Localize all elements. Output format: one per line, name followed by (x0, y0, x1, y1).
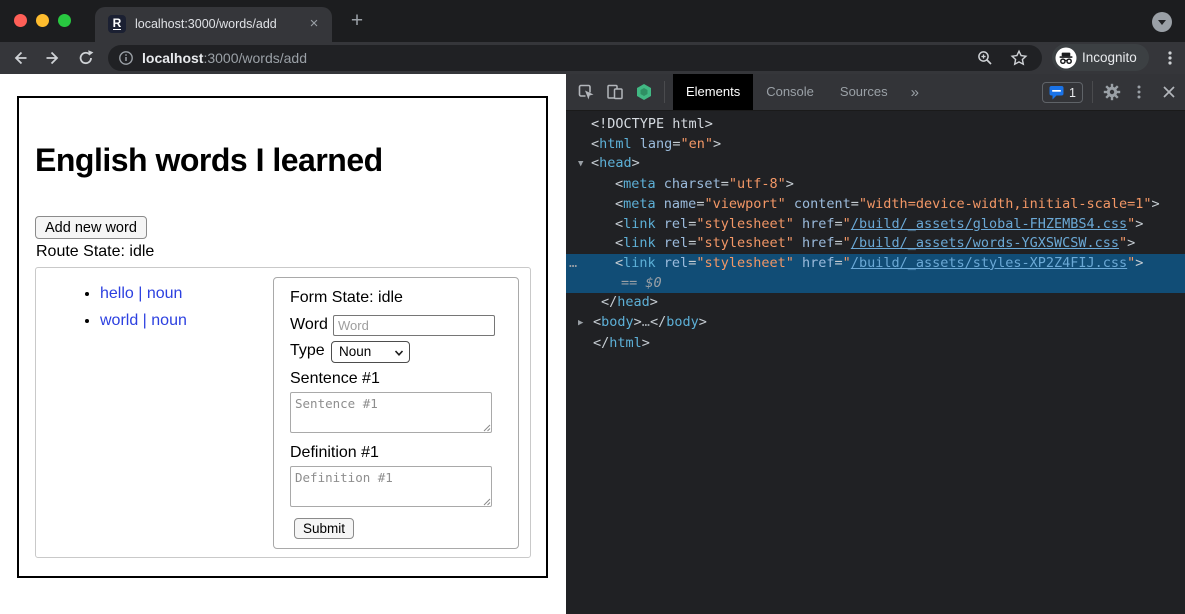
word-link-world[interactable]: world | noun (100, 312, 187, 329)
dom-tree-line[interactable]: <meta name="viewport" content="width=dev… (566, 195, 1185, 215)
browser-toolbar: localhost:3000/words/add Incognito (0, 42, 1185, 74)
dom-tree-line[interactable]: </html> (566, 334, 1185, 354)
dom-tree-line[interactable]: <html lang="en"> (566, 135, 1185, 155)
type-select[interactable]: Noun (331, 341, 410, 363)
devtools-menu-icon[interactable] (1130, 83, 1148, 101)
words-panel: hello | noun world | noun Form State: id… (35, 267, 531, 558)
issues-count: 1 (1069, 86, 1076, 100)
list-item: world | noun (100, 312, 187, 330)
dom-tree-line[interactable]: ▼<head> (566, 154, 1185, 175)
add-new-word-button[interactable]: Add new word (35, 216, 147, 239)
type-select-value: Noun (339, 344, 371, 359)
back-icon[interactable] (11, 49, 29, 67)
toolbar-divider (664, 81, 665, 103)
window-controls (14, 14, 71, 27)
browser-window: R localhost:3000/words/add × + localhost… (0, 0, 1185, 614)
disclosure-triangle-icon[interactable]: ▼ (578, 155, 591, 175)
page-title: English words I learned (35, 142, 383, 179)
word-input[interactable] (333, 315, 495, 336)
tab-close-icon[interactable]: × (305, 15, 323, 33)
line-gutter-ellipsis-icon[interactable]: … (569, 254, 577, 274)
incognito-label: Incognito (1082, 50, 1137, 65)
dom-tree-line[interactable]: <link rel="stylesheet" href="/build/_ass… (566, 234, 1185, 254)
inspect-element-icon[interactable] (577, 83, 595, 101)
zoom-window-button[interactable] (58, 14, 71, 27)
issues-bubble-icon (1049, 85, 1064, 100)
tab-search-button[interactable] (1152, 12, 1172, 32)
route-state-text: Route State: idle (36, 243, 154, 261)
minimize-window-button[interactable] (36, 14, 49, 27)
reload-icon[interactable] (77, 49, 95, 67)
devtools-close-icon[interactable] (1160, 83, 1178, 101)
tab-sources[interactable]: Sources (827, 74, 901, 110)
dom-tree-line[interactable]: …<link rel="stylesheet" href="/build/_as… (566, 254, 1185, 274)
disclosure-triangle-icon[interactable]: ▶ (578, 314, 591, 334)
dom-tree-line[interactable]: </head> (566, 293, 1185, 313)
remix-favicon-icon: R (108, 15, 126, 33)
add-word-form: Form State: idle Word Type Noun Sentence… (273, 277, 519, 549)
browser-tab[interactable]: R localhost:3000/words/add × (95, 7, 332, 42)
close-window-button[interactable] (14, 14, 27, 27)
word-list: hello | noun world | noun (80, 285, 187, 339)
word-link-hello[interactable]: hello | noun (100, 285, 182, 302)
dom-tree-line[interactable]: ▶<body>…</body> (566, 313, 1185, 334)
tab-console[interactable]: Console (753, 74, 827, 110)
word-field-label: Word (290, 316, 328, 334)
dom-tree-line[interactable]: <meta charset="utf-8"> (566, 175, 1185, 195)
page-info-icon[interactable] (118, 50, 134, 66)
toolbar-divider (1092, 81, 1093, 103)
type-field-label: Type (290, 342, 325, 360)
list-item: hello | noun (100, 285, 187, 303)
devtools-toolbar: Elements Console Sources » 1 (566, 74, 1185, 111)
settings-gear-icon[interactable] (1103, 83, 1121, 101)
chevron-down-icon (394, 348, 404, 358)
form-state-text: Form State: idle (290, 289, 403, 307)
devtools-panel: Elements Console Sources » 1 (566, 74, 1185, 614)
page-container: English words I learned Add new word Rou… (17, 96, 548, 578)
zoom-page-icon[interactable] (976, 49, 994, 67)
dom-tree-line[interactable]: <link rel="stylesheet" href="/build/_ass… (566, 215, 1185, 235)
web-page: English words I learned Add new word Rou… (0, 74, 566, 614)
more-tabs-icon[interactable]: » (911, 84, 919, 101)
new-tab-button[interactable]: + (346, 10, 368, 32)
incognito-icon (1055, 47, 1077, 69)
dom-tree-line[interactable]: == $0 (566, 274, 1185, 294)
sentence-field-label: Sentence #1 (290, 370, 380, 388)
address-bar[interactable]: localhost:3000/words/add (108, 45, 1042, 71)
sentence-textarea[interactable] (290, 392, 492, 433)
incognito-badge: Incognito (1052, 44, 1149, 71)
device-toolbar-icon[interactable] (606, 83, 624, 101)
bookmark-star-icon[interactable] (1010, 49, 1028, 67)
definition-textarea[interactable] (290, 466, 492, 507)
submit-button[interactable]: Submit (294, 518, 354, 539)
tab-strip: R localhost:3000/words/add × + (0, 0, 1185, 42)
devtools-code: <!DOCTYPE html><html lang="en">▼<head><m… (566, 111, 1185, 614)
url-text: localhost:3000/words/add (142, 50, 307, 66)
tab-elements[interactable]: Elements (673, 74, 753, 110)
issues-counter[interactable]: 1 (1042, 82, 1083, 103)
browser-menu-icon[interactable] (1161, 49, 1179, 67)
extension-hexagon-icon[interactable] (635, 83, 653, 101)
tab-title: localhost:3000/words/add (135, 17, 277, 31)
dom-tree-line[interactable]: <!DOCTYPE html> (566, 115, 1185, 135)
forward-icon[interactable] (44, 49, 62, 67)
definition-field-label: Definition #1 (290, 444, 379, 462)
